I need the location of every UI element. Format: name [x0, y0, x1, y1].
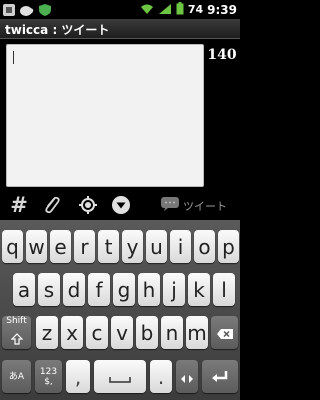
tweet-button[interactable]: ツイート: [160, 195, 227, 217]
tweet-input[interactable]: [6, 44, 204, 187]
page-title: twicca : ツイート: [5, 23, 110, 37]
key-x[interactable]: x: [61, 316, 83, 349]
key-y[interactable]: y: [122, 230, 143, 263]
text-cursor: [13, 51, 14, 64]
soft-keyboard: q w e r t y u i o p a s d f g h j k l Sh…: [0, 220, 240, 400]
battery-level: 74: [187, 3, 204, 16]
battery-icon: [176, 0, 184, 19]
attachment-icon[interactable]: [40, 194, 64, 216]
clock: 9:39: [207, 2, 237, 17]
cursor-arrows-icon: [180, 365, 194, 389]
input-mode-label: あA: [8, 371, 25, 382]
key-c[interactable]: c: [86, 316, 108, 349]
key-period[interactable]: .: [150, 360, 172, 393]
action-bar: # ツイート: [0, 190, 240, 220]
cursor-keys[interactable]: [176, 360, 198, 393]
key-z[interactable]: z: [36, 316, 58, 349]
backspace-key[interactable]: [211, 316, 238, 349]
key-t[interactable]: t: [98, 230, 119, 263]
menu-down-icon[interactable]: [109, 194, 133, 216]
enter-icon: [211, 365, 229, 389]
character-counter: 140: [207, 47, 237, 63]
key-l[interactable]: l: [213, 273, 235, 306]
key-r[interactable]: r: [74, 230, 95, 263]
key-q[interactable]: q: [2, 230, 23, 263]
speech-bubble-icon: [160, 196, 180, 216]
shift-key[interactable]: Shift: [2, 316, 31, 349]
space-bar-icon: [109, 365, 131, 389]
title-bar: twicca : ツイート: [0, 19, 240, 39]
key-u[interactable]: u: [146, 230, 167, 263]
hashtag-icon[interactable]: #: [8, 193, 30, 217]
location-icon[interactable]: [76, 194, 100, 216]
key-b[interactable]: b: [136, 316, 158, 349]
backspace-icon: [216, 321, 234, 345]
shift-arrow-icon: [10, 326, 23, 350]
key-w[interactable]: w: [26, 230, 47, 263]
key-k[interactable]: k: [188, 273, 210, 306]
signal-icon: [158, 0, 172, 19]
wifi-icon: [140, 0, 154, 19]
key-a[interactable]: a: [13, 273, 35, 306]
status-bar: 74 9:39: [0, 0, 240, 19]
input-mode-key[interactable]: あA: [2, 360, 31, 393]
key-j[interactable]: j: [163, 273, 185, 306]
key-f[interactable]: f: [88, 273, 110, 306]
key-comma[interactable]: ,: [66, 360, 90, 393]
key-m[interactable]: m: [186, 316, 208, 349]
key-p[interactable]: p: [218, 230, 239, 263]
key-e[interactable]: e: [50, 230, 71, 263]
numbers-key-bottom: $,: [44, 376, 53, 387]
key-v[interactable]: v: [111, 316, 133, 349]
enter-key[interactable]: [202, 360, 238, 393]
key-d[interactable]: d: [63, 273, 85, 306]
key-i[interactable]: i: [170, 230, 191, 263]
numbers-key[interactable]: 123 $,: [35, 360, 62, 393]
numbers-key-top: 123: [39, 366, 58, 377]
tweet-button-label: ツイート: [183, 200, 227, 213]
key-s[interactable]: s: [38, 273, 60, 306]
key-n[interactable]: n: [161, 316, 183, 349]
key-o[interactable]: o: [194, 230, 215, 263]
key-g[interactable]: g: [113, 273, 135, 306]
space-key[interactable]: [94, 360, 146, 393]
key-h[interactable]: h: [138, 273, 160, 306]
shift-key-label: Shift: [6, 315, 27, 326]
